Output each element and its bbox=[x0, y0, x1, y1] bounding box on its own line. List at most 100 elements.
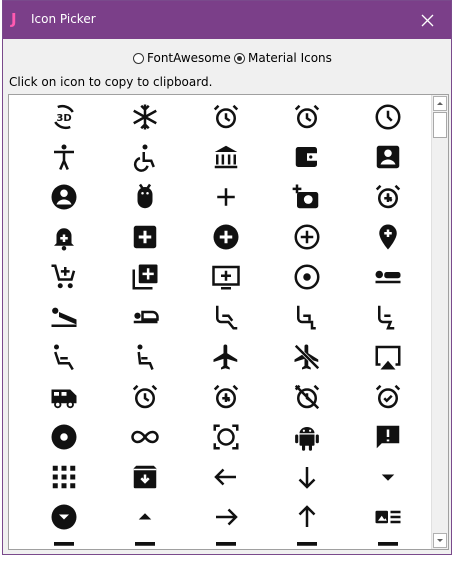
icon-cell[interactable] bbox=[104, 377, 185, 417]
icon-cell[interactable] bbox=[347, 217, 428, 257]
svg-text:3D: 3D bbox=[56, 113, 71, 124]
icon-cell[interactable] bbox=[185, 177, 266, 217]
icon-cell[interactable] bbox=[104, 137, 185, 177]
icon-cell[interactable] bbox=[347, 137, 428, 177]
icon-cell[interactable] bbox=[347, 497, 428, 537]
partial-icon bbox=[134, 542, 155, 546]
add-alarm-icon bbox=[375, 184, 400, 209]
icon-cell[interactable] bbox=[347, 377, 428, 417]
icon-cell[interactable] bbox=[266, 497, 347, 537]
icon-cell[interactable] bbox=[104, 337, 185, 377]
icon-cell[interactable] bbox=[23, 177, 104, 217]
scroll-thumb[interactable] bbox=[433, 112, 447, 138]
icon-cell[interactable] bbox=[185, 137, 266, 177]
airplanemode-active-icon bbox=[213, 344, 237, 370]
icon-cell[interactable] bbox=[266, 337, 347, 377]
icon-cell[interactable] bbox=[185, 377, 266, 417]
icon-cell[interactable] bbox=[23, 537, 104, 549]
arrow-back-icon bbox=[213, 468, 236, 486]
icon-cell[interactable] bbox=[185, 97, 266, 137]
icon-cell[interactable] bbox=[266, 217, 347, 257]
fontawesome-radio[interactable]: FontAwesome bbox=[133, 49, 231, 67]
archive-icon bbox=[133, 465, 156, 489]
icon-cell[interactable] bbox=[185, 337, 266, 377]
icon-cell[interactable] bbox=[266, 177, 347, 217]
airline-seat-legroom-normal-icon bbox=[296, 305, 316, 330]
access-alarms-icon bbox=[294, 104, 319, 129]
material-icons-radio[interactable]: Material Icons bbox=[234, 49, 332, 67]
icon-cell[interactable] bbox=[347, 297, 428, 337]
arrow-drop-down-icon bbox=[381, 474, 394, 481]
icon-cell[interactable] bbox=[266, 537, 347, 549]
fontawesome-radio-dot[interactable] bbox=[133, 52, 144, 64]
alarm-add-icon bbox=[213, 384, 238, 409]
icon-cell[interactable] bbox=[185, 537, 266, 549]
icon-cell[interactable] bbox=[104, 537, 185, 549]
icon-cell[interactable] bbox=[266, 97, 347, 137]
icon-cell[interactable] bbox=[104, 297, 185, 337]
icon-cell[interactable] bbox=[347, 177, 428, 217]
scroll-up-button[interactable] bbox=[433, 96, 447, 111]
icon-cell[interactable] bbox=[266, 137, 347, 177]
add-circle-icon bbox=[213, 224, 238, 250]
icon-cell[interactable] bbox=[347, 417, 428, 457]
account-balance-icon bbox=[214, 145, 237, 169]
arrow-upward-icon bbox=[298, 505, 315, 527]
icon-cell[interactable] bbox=[185, 257, 266, 297]
partial-icon bbox=[296, 542, 317, 546]
material-icons-label: Material Icons bbox=[248, 51, 332, 65]
icon-cell[interactable] bbox=[23, 217, 104, 257]
alarm-icon bbox=[132, 384, 157, 409]
vertical-scrollbar[interactable] bbox=[431, 95, 448, 549]
icon-cell[interactable] bbox=[104, 457, 185, 497]
icon-list-panel: 3D bbox=[8, 94, 449, 550]
icon-cell[interactable] bbox=[104, 417, 185, 457]
icon-cell[interactable] bbox=[104, 497, 185, 537]
icon-cell[interactable] bbox=[185, 457, 266, 497]
android-icon bbox=[294, 427, 319, 451]
icon-cell[interactable] bbox=[347, 257, 428, 297]
icon-cell[interactable] bbox=[266, 257, 347, 297]
icon-cell[interactable] bbox=[347, 457, 428, 497]
icon-cell[interactable] bbox=[23, 257, 104, 297]
icon-cell[interactable]: 3D bbox=[23, 97, 104, 137]
icon-cell[interactable] bbox=[104, 177, 185, 217]
arrow-forward-icon bbox=[215, 508, 238, 526]
alarm-on-icon bbox=[375, 384, 400, 409]
add-a-photo-icon bbox=[292, 184, 318, 209]
icon-cell[interactable] bbox=[23, 377, 104, 417]
icon-cell[interactable] bbox=[347, 337, 428, 377]
icon-cell[interactable] bbox=[23, 137, 104, 177]
airline-seat-individual-suite-icon bbox=[133, 310, 159, 324]
icon-cell[interactable] bbox=[185, 497, 266, 537]
icon-cell[interactable] bbox=[266, 417, 347, 457]
icon-cell[interactable] bbox=[347, 97, 428, 137]
icon-cell[interactable] bbox=[185, 217, 266, 257]
icon-cell[interactable] bbox=[23, 297, 104, 337]
adb-icon bbox=[137, 183, 152, 209]
airplay-icon bbox=[375, 345, 400, 370]
icon-cell[interactable] bbox=[347, 537, 428, 549]
material-icons-radio-dot[interactable] bbox=[234, 52, 245, 64]
icon-cell[interactable] bbox=[266, 377, 347, 417]
partial-icon bbox=[215, 542, 236, 546]
scroll-up-arrow-icon bbox=[437, 102, 443, 105]
icon-cell[interactable] bbox=[23, 497, 104, 537]
icon-cell[interactable] bbox=[185, 417, 266, 457]
icon-cell[interactable] bbox=[104, 257, 185, 297]
close-button[interactable] bbox=[405, 1, 451, 39]
icon-cell[interactable] bbox=[266, 457, 347, 497]
arrow-drop-up-icon bbox=[138, 513, 151, 520]
icon-cell[interactable] bbox=[185, 297, 266, 337]
icon-cell[interactable] bbox=[266, 297, 347, 337]
close-icon bbox=[421, 14, 434, 27]
airline-seat-recline-normal-icon bbox=[137, 344, 154, 370]
icon-cell[interactable] bbox=[104, 217, 185, 257]
icon-cell[interactable] bbox=[23, 337, 104, 377]
icon-cell[interactable] bbox=[23, 417, 104, 457]
icon-cell[interactable] bbox=[104, 97, 185, 137]
scroll-down-button[interactable] bbox=[433, 533, 447, 548]
airline-seat-legroom-extra-icon bbox=[215, 305, 237, 330]
scroll-down-arrow-icon bbox=[437, 539, 443, 542]
icon-cell[interactable] bbox=[23, 457, 104, 497]
